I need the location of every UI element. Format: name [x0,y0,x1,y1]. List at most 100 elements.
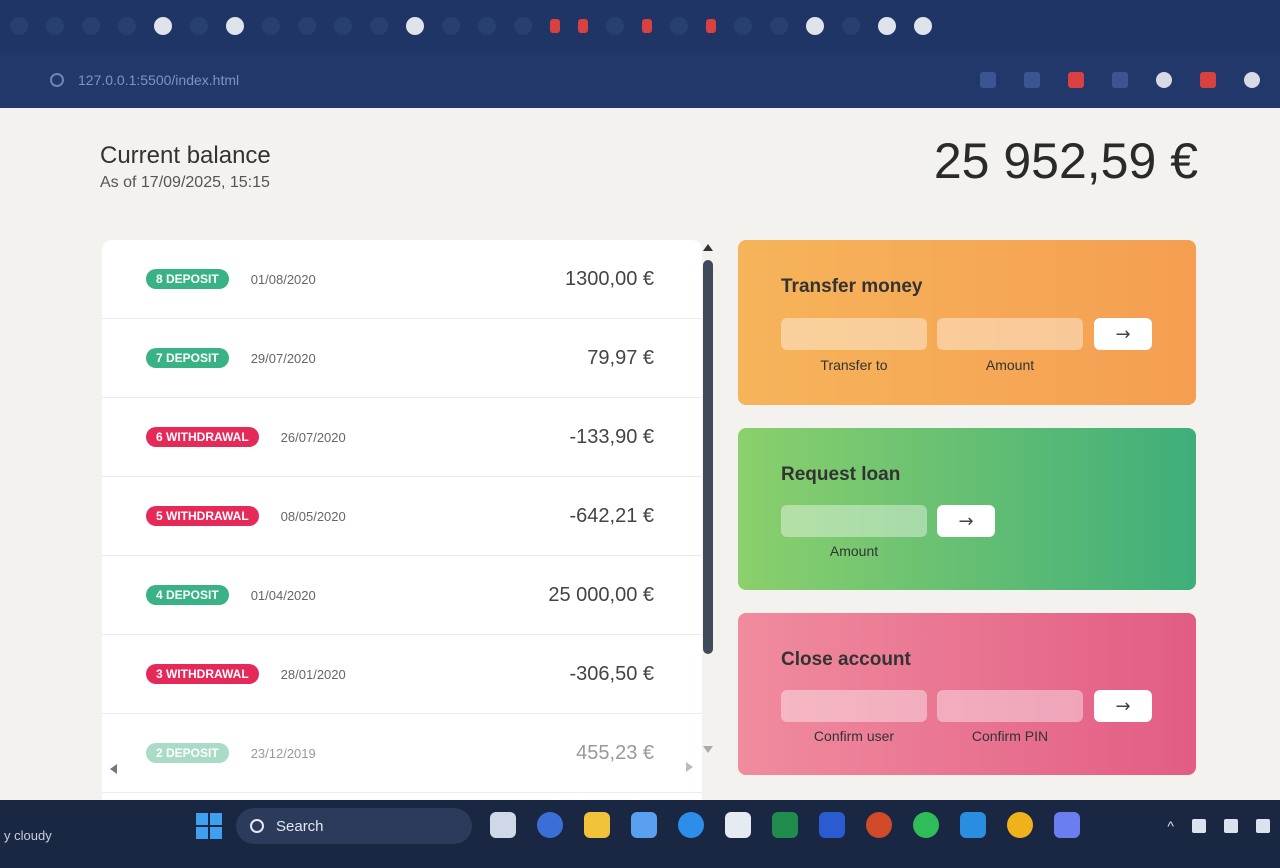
store-icon[interactable] [725,812,751,838]
movement-value: 1300,00 € [565,267,654,290]
tab-favicon-icon[interactable] [842,17,860,35]
confirm-pin-input[interactable] [937,690,1083,722]
active-tab-favicon-icon[interactable] [914,17,932,35]
scroll-down-icon[interactable] [703,746,713,753]
tab-favicon-icon[interactable] [806,17,824,35]
vscode-icon[interactable] [960,812,986,838]
scroll-left-icon[interactable] [110,764,117,774]
transfer-to-input[interactable] [781,318,927,350]
movement-value: -133,90 € [569,425,654,448]
close-account-panel: Close account → Confirm user Confirm PIN [738,613,1196,775]
tab-favicon-icon[interactable] [550,19,560,33]
extension-icon[interactable] [1156,72,1172,88]
close-account-submit-button[interactable]: → [1094,690,1152,722]
battery-icon[interactable] [1256,819,1270,833]
chevron-up-icon[interactable]: ^ [1167,818,1174,834]
close-account-title: Close account [781,649,911,670]
movement-value: -306,50 € [569,662,654,685]
task-view-icon[interactable] [490,812,516,838]
movements-scrollbar[interactable] [702,244,714,764]
meet-icon[interactable] [537,812,563,838]
movement-row: 7 DEPOSIT 29/07/2020 79,97 € [102,319,702,398]
transfer-submit-button[interactable]: → [1094,318,1152,350]
movement-date: 23/12/2019 [250,745,316,761]
github-icon[interactable] [878,17,896,35]
tab-favicon-icon[interactable] [226,17,244,35]
movement-date: 01/08/2020 [250,271,316,287]
extension-icon[interactable] [1112,72,1128,88]
scroll-thumb[interactable] [703,260,713,654]
extension-icon[interactable] [1244,72,1260,88]
taskbar-search-label: Search [276,817,324,835]
loan-amount-input[interactable] [781,505,927,537]
tab-favicon-icon[interactable] [706,19,716,33]
movement-value: -642,21 € [569,504,654,527]
transfer-amount-label: Amount [985,357,1035,373]
tab-favicon-icon[interactable] [734,17,752,35]
copilot-icon[interactable] [631,812,657,838]
tab-favicon-icon[interactable] [442,17,460,35]
file-explorer-icon[interactable] [584,812,610,838]
tab-favicon-icon[interactable] [118,17,136,35]
balance-date: As of 17/09/2025, 15:15 [100,174,270,191]
whatsapp-icon[interactable] [913,812,939,838]
edge-icon[interactable] [678,812,704,838]
confirm-user-input[interactable] [781,690,927,722]
volume-icon[interactable] [1224,819,1238,833]
transfer-panel: Transfer money → Transfer to Amount [738,240,1196,405]
extension-icon[interactable] [1068,72,1084,88]
bank-app-page: Current balance As of 17/09/2025, 15:15 … [0,108,1280,800]
movement-date: 28/01/2020 [280,666,346,682]
site-info-icon[interactable] [50,73,64,87]
balance-value: 25 952,59 € [933,133,1198,189]
tab-favicon-icon[interactable] [406,17,424,35]
wifi-icon[interactable] [1192,819,1206,833]
loan-submit-button[interactable]: → [937,505,995,537]
tab-favicon-icon[interactable] [334,17,352,35]
weather-widget[interactable]: y cloudy [4,828,52,843]
tab-favicon-icon[interactable] [514,17,532,35]
powerpoint-icon[interactable] [866,812,892,838]
transfer-amount-input[interactable] [937,318,1083,350]
tab-favicon-icon[interactable] [642,19,652,33]
discord-icon[interactable] [1054,812,1080,838]
loan-amount-label: Amount [829,543,879,559]
tab-favicon-icon[interactable] [478,17,496,35]
word-icon[interactable] [819,812,845,838]
taskbar-apps [490,812,1080,838]
excel-icon[interactable] [772,812,798,838]
github-icon[interactable] [154,17,172,35]
loan-title: Request loan [781,464,901,485]
movements-list[interactable]: 8 DEPOSIT 01/08/2020 1300,00 € 7 DEPOSIT 29/… [102,240,702,800]
tab-favicon-icon[interactable] [578,19,588,33]
movement-row: 6 WITHDRAWAL 26/07/2020 -133,90 € [102,398,702,477]
movement-date: 29/07/2020 [250,350,316,366]
chrome-icon[interactable] [1007,812,1033,838]
tab-favicon-icon[interactable] [670,17,688,35]
movement-date: 01/04/2020 [250,587,316,603]
tab-favicon-icon[interactable] [606,17,624,35]
tab-favicon-icon[interactable] [82,17,100,35]
scroll-up-icon[interactable] [703,244,713,251]
tab-favicon-icon[interactable] [298,17,316,35]
star-icon[interactable] [1024,72,1040,88]
movement-row: 4 DEPOSIT 01/04/2020 25 000,00 € [102,556,702,635]
tab-favicon-icon[interactable] [262,17,280,35]
movement-row: 2 DEPOSIT 23/12/2019 455,23 € [102,714,702,793]
scroll-right-icon[interactable] [686,762,693,772]
loan-panel: Request loan → Amount [738,428,1196,590]
tab-favicon-icon[interactable] [370,17,388,35]
tab-favicon-icon[interactable] [46,17,64,35]
movement-value: 79,97 € [587,346,654,369]
url-text[interactable]: 127.0.0.1:5500/index.html [78,72,239,88]
movement-value: 455,23 € [576,741,654,764]
link-icon[interactable] [980,72,996,88]
movement-type-badge: 7 DEPOSIT [146,348,229,368]
tab-favicon-icon[interactable] [770,17,788,35]
taskbar-search[interactable]: Search [236,808,472,844]
start-icon[interactable] [196,813,222,839]
tab-favicon-icon[interactable] [10,17,28,35]
extension-icon[interactable] [1200,72,1216,88]
system-tray: ^ [1167,818,1270,834]
tab-favicon-icon[interactable] [190,17,208,35]
